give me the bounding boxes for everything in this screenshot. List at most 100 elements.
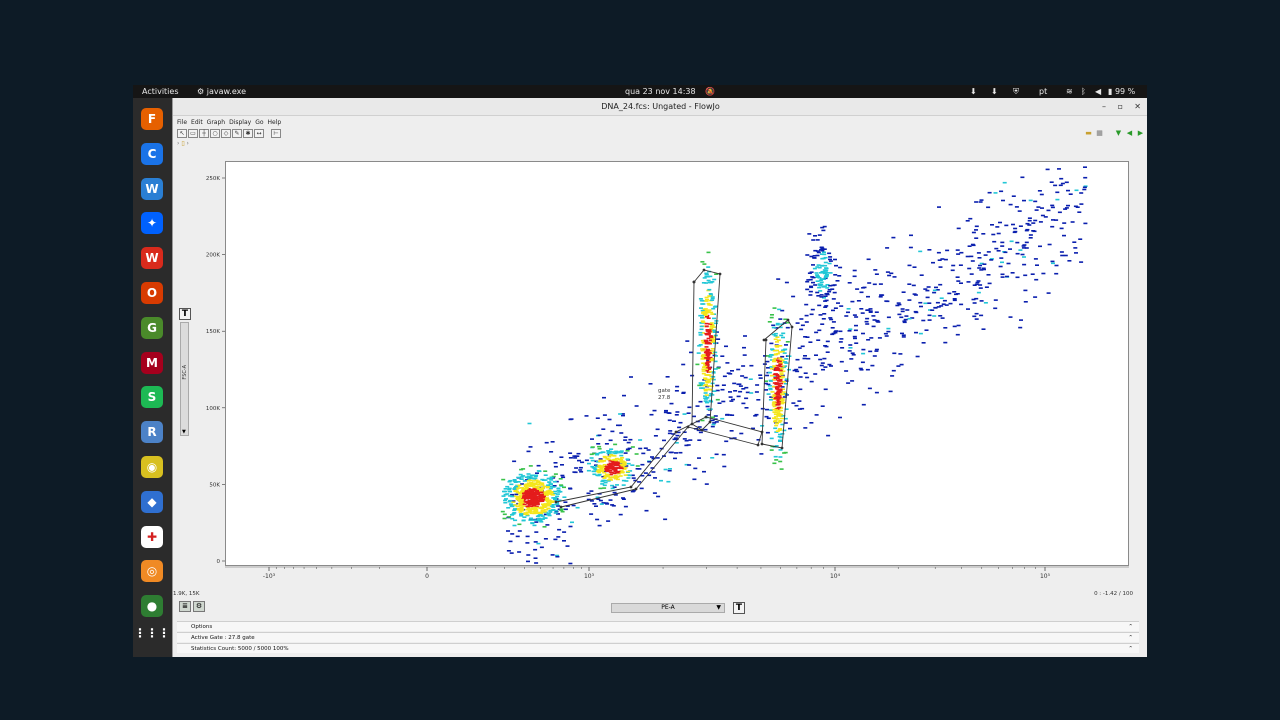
event-dot bbox=[923, 302, 928, 305]
event-dot bbox=[1054, 219, 1059, 221]
tray-icon[interactable]: ⬇ bbox=[991, 85, 998, 98]
event-dot bbox=[924, 329, 929, 331]
event-dot bbox=[543, 474, 548, 476]
collapse-icon[interactable]: ⌃ bbox=[1128, 633, 1133, 643]
event-dot bbox=[959, 282, 963, 284]
wifi-icon[interactable]: ≋ bbox=[1066, 85, 1073, 98]
pointer-tool-icon[interactable]: ↖ bbox=[177, 129, 187, 138]
show-apps-icon[interactable]: ⋮⋮⋮ bbox=[134, 622, 170, 644]
layer-icon[interactable]: ≣ bbox=[179, 601, 191, 612]
keyboard-layout[interactable]: pt bbox=[1039, 85, 1047, 98]
event-dot bbox=[1020, 176, 1025, 179]
options-row[interactable]: Options ⌃ bbox=[177, 621, 1139, 631]
freehand-gate-icon[interactable]: ✎ bbox=[232, 129, 242, 138]
event-dot bbox=[1082, 188, 1087, 191]
event-dot bbox=[781, 336, 785, 339]
x-axis-text-button[interactable]: T bbox=[733, 602, 745, 614]
breadcrumb-arrow-icon[interactable]: › ▯ › bbox=[177, 140, 189, 147]
menu-item[interactable]: Go bbox=[255, 119, 263, 126]
event-dot bbox=[810, 308, 815, 311]
close-button[interactable]: ✕ bbox=[1134, 98, 1141, 116]
focused-app-label[interactable]: ⚙ javaw.exe bbox=[197, 85, 246, 98]
turtle-icon[interactable]: ● bbox=[141, 595, 163, 618]
gate-vertex bbox=[764, 338, 768, 342]
quadrant-gate-icon[interactable]: ┼ bbox=[199, 129, 209, 138]
event-dot bbox=[777, 435, 782, 438]
menu-item[interactable]: Help bbox=[268, 119, 282, 126]
event-dot bbox=[800, 345, 805, 348]
event-dot bbox=[927, 319, 932, 321]
folder-icon[interactable]: ▬ bbox=[1084, 129, 1093, 137]
density-plot-svg[interactable]: gate27.8 bbox=[226, 162, 1130, 567]
shield-icon[interactable]: ⛨ bbox=[1013, 85, 1019, 98]
event-dot bbox=[981, 267, 986, 270]
wps-office-icon[interactable]: W bbox=[141, 247, 163, 270]
libreoffice-writer-icon[interactable]: W bbox=[141, 177, 163, 200]
dot-plot[interactable]: gate 27.8 bbox=[225, 161, 1129, 566]
dropbox-icon[interactable]: ✦ bbox=[141, 212, 163, 235]
minimize-button[interactable]: – bbox=[1102, 98, 1106, 116]
clock[interactable]: qua 23 nov 14:38 bbox=[625, 85, 696, 98]
event-dot bbox=[638, 439, 643, 441]
event-dot bbox=[828, 284, 833, 287]
bluetooth-icon[interactable]: ᛒ bbox=[1081, 85, 1086, 98]
split-range-icon[interactable]: ⊢ bbox=[271, 129, 281, 138]
active-gate-row[interactable]: Active Gate : 27.8 gate ⌃ bbox=[177, 632, 1139, 642]
volume-icon[interactable]: ◀ bbox=[1095, 85, 1101, 98]
polygon-gate-icon[interactable]: ◇ bbox=[221, 129, 231, 138]
maximize-button[interactable]: ▫ bbox=[1118, 98, 1123, 116]
event-dot bbox=[778, 357, 783, 360]
battery-indicator[interactable]: ▮ 99 % bbox=[1108, 85, 1135, 98]
office-icon[interactable]: O bbox=[141, 282, 163, 304]
layout-icon[interactable]: ▦ bbox=[1095, 129, 1104, 137]
window-titlebar[interactable]: DNA_24.fcs: Ungated - FlowJo – ▫ ✕ bbox=[173, 98, 1147, 116]
event-dot bbox=[687, 406, 692, 409]
next-sample-icon[interactable]: ▶ bbox=[1136, 129, 1145, 137]
event-dot bbox=[1028, 199, 1033, 202]
gear-icon[interactable]: ⚙ bbox=[193, 601, 205, 612]
event-dot bbox=[808, 290, 813, 293]
spotify-icon[interactable]: S bbox=[141, 386, 163, 409]
menu-item[interactable]: Edit bbox=[191, 119, 203, 126]
event-dot bbox=[775, 341, 779, 343]
event-dot bbox=[530, 522, 535, 524]
rhythmbox-icon[interactable]: ◉ bbox=[141, 456, 163, 478]
chrome-icon[interactable]: C bbox=[141, 142, 163, 165]
statistics-row[interactable]: Statistics Count: 5000 / 5000 100% ⌃ bbox=[177, 643, 1139, 653]
event-dot bbox=[535, 472, 539, 474]
menu-item[interactable]: Display bbox=[229, 119, 251, 126]
event-dot bbox=[772, 408, 777, 411]
flowjo-icon[interactable]: ◎ bbox=[141, 560, 163, 583]
range-gate-icon[interactable]: ↔ bbox=[254, 129, 264, 138]
spider-gate-icon[interactable]: ✱ bbox=[243, 129, 253, 138]
event-dot bbox=[558, 478, 563, 480]
event-dot bbox=[607, 418, 612, 421]
rectangle-gate-icon[interactable]: ▭ bbox=[188, 129, 198, 138]
event-dot bbox=[1005, 275, 1009, 278]
menu-item[interactable]: Graph bbox=[207, 119, 225, 126]
desktop-screen: Activities ⚙ javaw.exe qua 23 nov 14:38 … bbox=[133, 85, 1147, 657]
menu-item[interactable]: File bbox=[177, 119, 187, 126]
help-lifebuoy-icon[interactable]: ✚ bbox=[141, 525, 163, 548]
event-dot bbox=[879, 294, 883, 296]
collapse-icon[interactable]: ⌃ bbox=[1128, 644, 1133, 654]
expand-down-icon[interactable]: ▼ bbox=[1114, 129, 1123, 137]
event-dot bbox=[799, 318, 804, 320]
r-icon[interactable]: R bbox=[141, 421, 163, 444]
activities-button[interactable]: Activities bbox=[142, 85, 179, 98]
tray-icon[interactable]: ⬇ bbox=[970, 85, 977, 98]
event-dot bbox=[1027, 219, 1032, 222]
mendeley-icon[interactable]: M bbox=[141, 351, 163, 374]
event-dot bbox=[593, 468, 598, 471]
x-axis-parameter-select[interactable]: PE-A ▼ bbox=[611, 603, 725, 613]
gnumeric-icon[interactable]: G bbox=[141, 316, 163, 339]
firefox-icon[interactable]: F bbox=[141, 108, 163, 130]
collapse-icon[interactable]: ⌃ bbox=[1128, 622, 1133, 632]
ellipse-gate-icon[interactable]: ○ bbox=[210, 129, 220, 138]
event-dot bbox=[820, 405, 825, 407]
previous-sample-icon[interactable]: ◀ bbox=[1125, 129, 1134, 137]
event-dot bbox=[772, 405, 777, 408]
event-dot bbox=[522, 480, 527, 482]
git-icon[interactable]: ◆ bbox=[141, 490, 163, 513]
event-dot bbox=[547, 499, 552, 501]
